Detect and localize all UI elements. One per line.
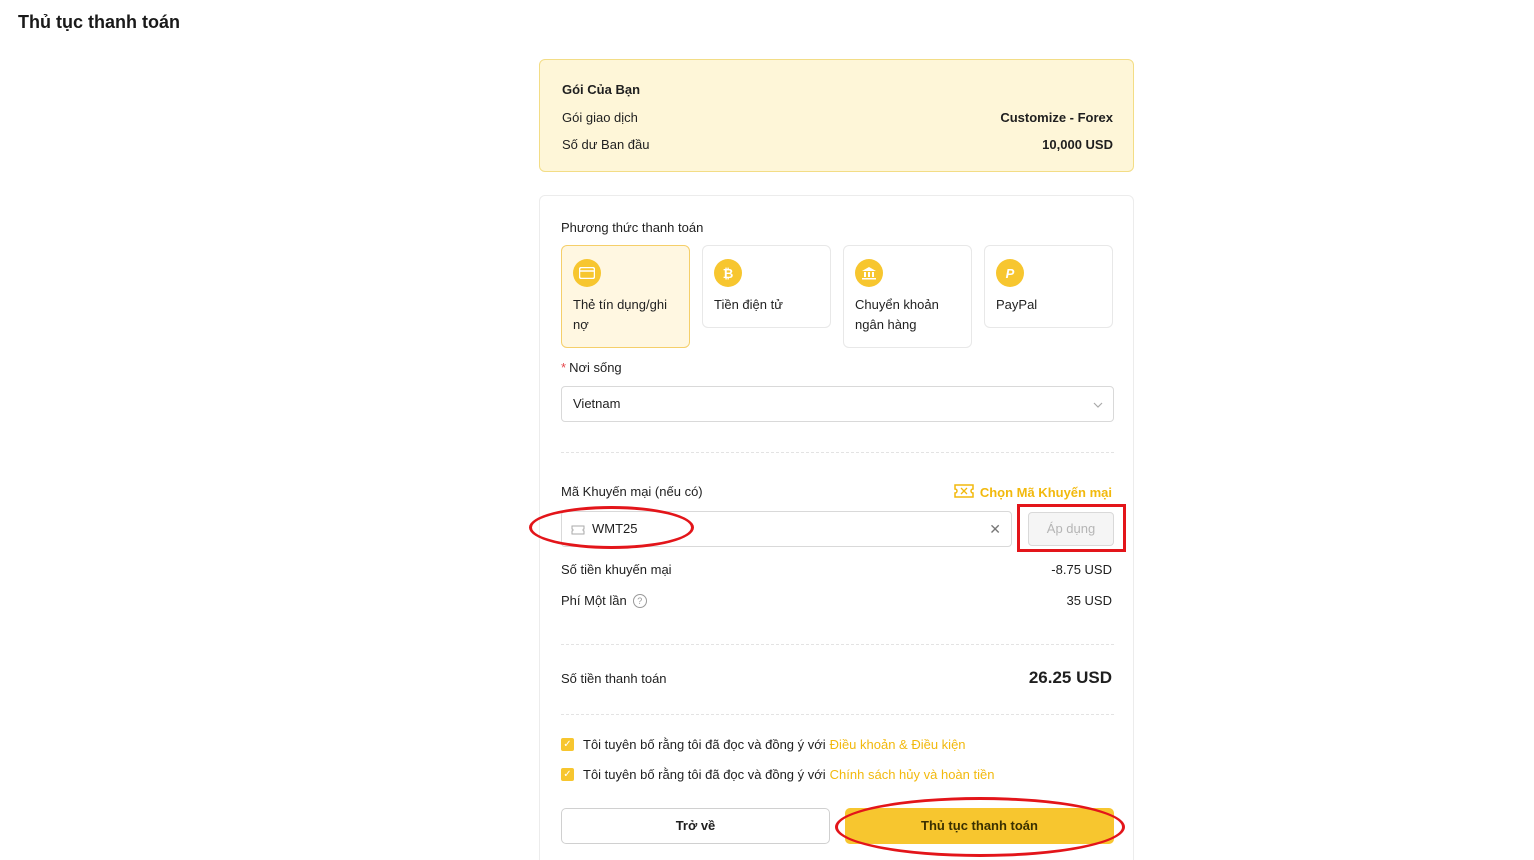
payment-method-label-bank: Chuyển khoản ngân hàng xyxy=(855,297,939,332)
total-row: Số tiền thanh toán 26.25 USD xyxy=(561,668,1112,688)
promo-code-input[interactable]: WMT25 ✕ xyxy=(561,511,1012,547)
paypal-icon: P xyxy=(996,259,1024,287)
refund-checkbox[interactable]: ✓ xyxy=(561,768,574,781)
summary-title: Gói Của Bạn xyxy=(562,82,641,97)
divider xyxy=(561,714,1114,715)
residence-label: * Nơi sống xyxy=(561,360,622,375)
help-icon[interactable]: ? xyxy=(632,594,647,608)
required-mark: * xyxy=(561,360,567,375)
agreement-refund: ✓ Tôi tuyên bố rằng tôi đã đọc và đồng ý… xyxy=(561,767,994,782)
divider xyxy=(561,452,1114,453)
total-value: 26.25 USD xyxy=(1028,668,1112,687)
divider xyxy=(561,644,1114,645)
promo-label: Mã Khuyến mại (nếu có) xyxy=(561,484,703,499)
payment-method-label-crypto: Tiền điện tử xyxy=(714,297,783,312)
payment-method-label: Phương thức thanh toán xyxy=(561,220,704,235)
summary-row-label: Số dư Ban đầu xyxy=(562,137,650,152)
promo-code-value: WMT25 xyxy=(592,521,638,536)
summary-row-label: Gói giao dịch xyxy=(562,110,638,125)
summary-row-package: Gói giao dịch Customize - Forex xyxy=(562,110,1113,125)
back-button[interactable]: Trở về xyxy=(561,808,830,844)
discount-value: -8.75 USD xyxy=(1051,562,1112,577)
choose-promo-label: Chọn Mã Khuyến mại xyxy=(979,485,1112,500)
fee-value: 35 USD xyxy=(1066,593,1112,608)
fee-label: Phí Một lần xyxy=(561,593,627,608)
discount-label: Số tiền khuyến mại xyxy=(561,562,672,577)
payment-card: Phương thức thanh toán Thẻ tín dụng/ghi … xyxy=(539,195,1134,860)
choose-promo-link[interactable]: Chọn Mã Khuyến mại xyxy=(954,484,1112,501)
residence-select[interactable]: Vietnam xyxy=(561,386,1114,422)
terms-checkbox[interactable]: ✓ xyxy=(561,738,574,751)
clear-icon[interactable]: ✕ xyxy=(989,512,1001,546)
fee-label-wrap: Phí Một lần? xyxy=(561,593,647,608)
summary-row-value: Customize - Forex xyxy=(1000,110,1113,125)
payment-method-card[interactable]: Thẻ tín dụng/ghi nợ xyxy=(561,245,690,348)
ticket-icon xyxy=(954,484,974,501)
refund-policy-link[interactable]: Chính sách hủy và hoàn tiền xyxy=(830,767,995,782)
page-title: Thủ tục thanh toán xyxy=(18,12,180,32)
credit-card-icon xyxy=(573,259,601,287)
summary-row-balance: Số dư Ban đầu 10,000 USD xyxy=(562,137,1113,152)
discount-row: Số tiền khuyến mại -8.75 USD xyxy=(561,562,1112,577)
payment-method-bank[interactable]: Chuyển khoản ngân hàng xyxy=(843,245,972,348)
payment-method-label-card: Thẻ tín dụng/ghi nợ xyxy=(573,297,667,332)
chevron-down-icon xyxy=(1093,387,1103,421)
payment-method-label-paypal: PayPal xyxy=(996,297,1038,312)
summary-row-value: 10,000 USD xyxy=(1042,137,1113,152)
agreement-terms: ✓ Tôi tuyên bố rằng tôi đã đọc và đồng ý… xyxy=(561,737,966,752)
package-summary-card: Gói Của Bạn Gói giao dịch Customize - Fo… xyxy=(539,59,1134,172)
agreement-text: Tôi tuyên bố rằng tôi đã đọc và đồng ý v… xyxy=(583,737,826,752)
bitcoin-icon: ₿ xyxy=(714,259,742,287)
residence-label-text: Nơi sống xyxy=(569,360,622,375)
total-label: Số tiền thanh toán xyxy=(561,670,667,686)
residence-select-value: Vietnam xyxy=(573,396,621,411)
fee-row: Phí Một lần? 35 USD xyxy=(561,593,1112,608)
coupon-icon xyxy=(571,512,585,546)
apply-promo-button[interactable]: Áp dụng xyxy=(1028,512,1114,546)
payment-method-crypto[interactable]: ₿ Tiền điện tử xyxy=(702,245,831,328)
bank-icon xyxy=(855,259,883,287)
payment-method-paypal[interactable]: P PayPal xyxy=(984,245,1113,328)
agreement-text: Tôi tuyên bố rằng tôi đã đọc và đồng ý v… xyxy=(583,767,826,782)
terms-link[interactable]: Điều khoản & Điều kiện xyxy=(830,737,966,752)
checkout-submit-button[interactable]: Thủ tục thanh toán xyxy=(845,808,1114,844)
